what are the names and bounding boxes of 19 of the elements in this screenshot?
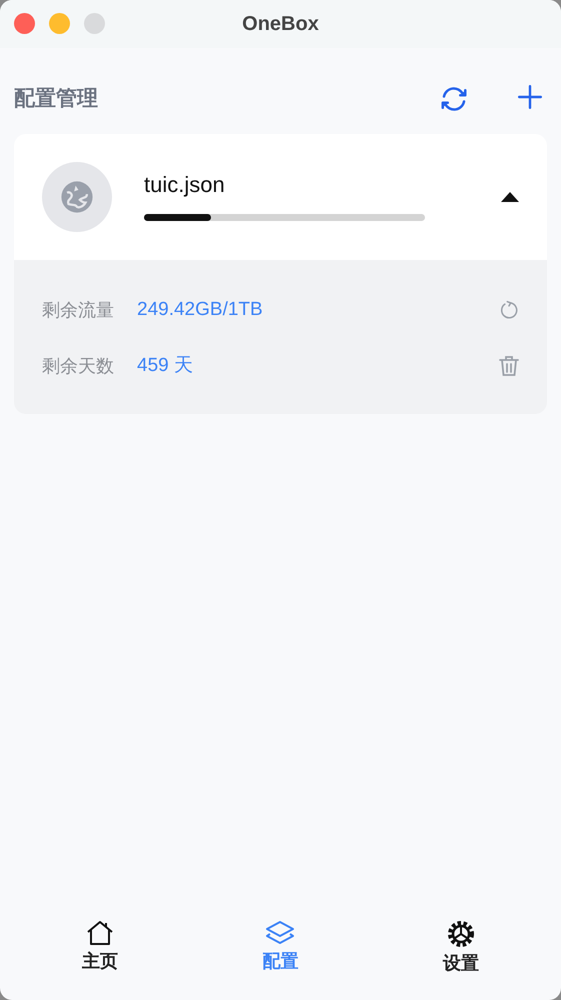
tab[interactable]: 主页 [40, 919, 160, 978]
detail-label: 剩余流量 [42, 298, 115, 322]
close-button[interactable] [14, 13, 35, 34]
house-icon [86, 920, 114, 946]
minimize-button[interactable] [49, 13, 70, 34]
refresh-button[interactable] [499, 300, 519, 320]
tab[interactable]: 设置 [400, 919, 521, 978]
layers-icon [265, 920, 296, 946]
window-title: OneBox [242, 12, 319, 37]
sync-button[interactable] [439, 84, 469, 114]
detail-label: 剩余天数 [42, 354, 115, 378]
settings-icon [446, 920, 475, 948]
detail-value: 249.42GB/1TB [137, 298, 264, 322]
collapse-button[interactable] [501, 192, 519, 202]
delete-button[interactable] [499, 355, 519, 377]
profile-name: tuic.json [144, 174, 226, 196]
page-title: 配置管理 [14, 86, 98, 112]
profile-header[interactable]: tuic.json [14, 134, 547, 260]
detail-value: 459 天 [137, 354, 194, 378]
